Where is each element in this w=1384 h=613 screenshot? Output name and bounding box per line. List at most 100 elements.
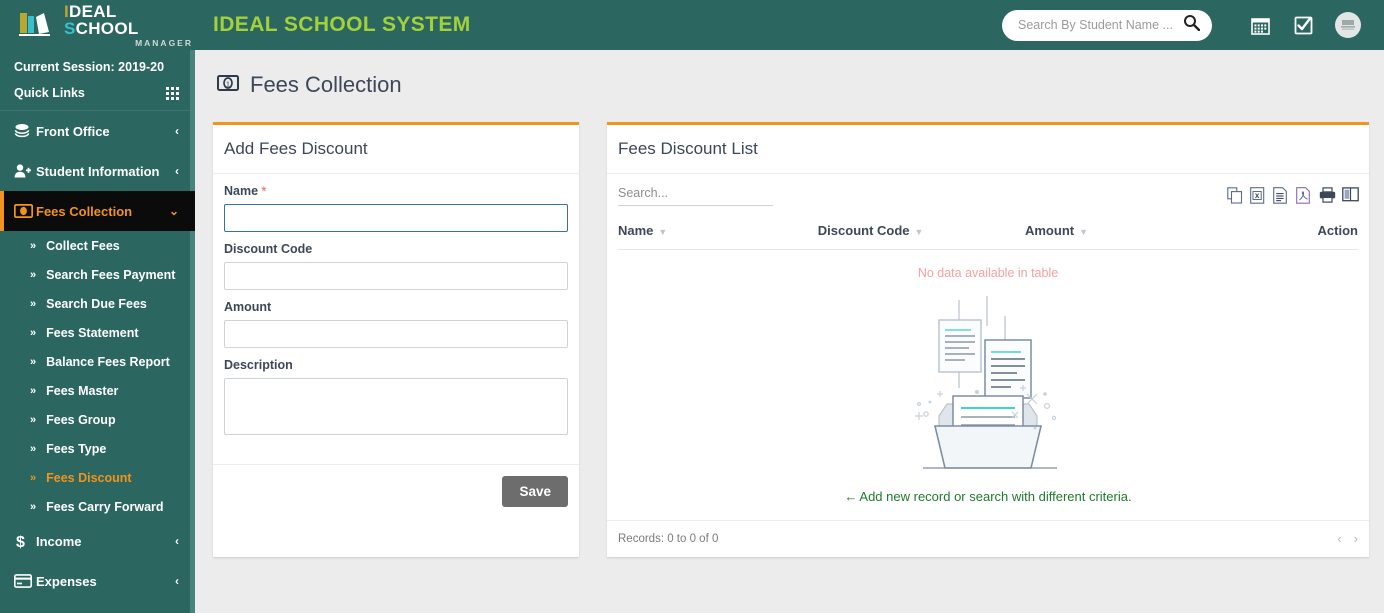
add-fees-discount-form: Name * Discount Code Amount Description bbox=[213, 174, 579, 464]
page-header: 1 Fees Collection bbox=[195, 50, 1384, 98]
export-buttons: x bbox=[1227, 186, 1359, 204]
credit-card-icon bbox=[14, 574, 36, 588]
sidebar-subitem-label: Fees Carry Forward bbox=[46, 499, 164, 514]
column-visibility-icon[interactable] bbox=[1342, 187, 1359, 204]
sidebar-subitem-label: Collect Fees bbox=[46, 238, 120, 253]
user-avatar[interactable] bbox=[1326, 5, 1370, 45]
column-header-name[interactable]: Name ▼ bbox=[618, 217, 818, 250]
pdf-icon[interactable] bbox=[1296, 187, 1312, 204]
page-title: Fees Collection bbox=[250, 72, 402, 97]
money-icon bbox=[14, 204, 36, 218]
logo-wordmark: IDEAL SCHOOL MANAGER bbox=[64, 3, 195, 48]
form-footer: Save bbox=[213, 464, 579, 519]
grid-apps-icon[interactable] bbox=[166, 86, 179, 100]
sidebar-subitem-fees-statement[interactable]: » Fees Statement bbox=[0, 318, 195, 347]
list-footer: Records: 0 to 0 of 0 ‹ › bbox=[607, 520, 1369, 557]
name-field[interactable] bbox=[224, 204, 568, 232]
sidebar-subitem-balance-fees-report[interactable]: » Balance Fees Report bbox=[0, 347, 195, 376]
copy-icon[interactable] bbox=[1227, 187, 1243, 204]
empty-state-hint[interactable]: ← Add new record or search with different… bbox=[618, 483, 1358, 520]
required-marker: * bbox=[261, 184, 267, 198]
calendar-icon[interactable] bbox=[1238, 5, 1282, 45]
sidebar-item-label: Income bbox=[36, 533, 82, 549]
sidebar-item-fees-collection[interactable]: Fees Collection ⌄ bbox=[0, 191, 195, 231]
sidebar: Current Session: 2019-20 Quick Links Fro… bbox=[0, 50, 195, 613]
chevron-left-icon: ‹ bbox=[175, 164, 179, 178]
search-icon[interactable] bbox=[1183, 14, 1201, 36]
form-group-description: Description bbox=[224, 358, 568, 440]
svg-text:$: $ bbox=[16, 534, 25, 550]
quick-links-row[interactable]: Quick Links bbox=[0, 80, 195, 110]
column-header-label: Discount Code bbox=[817, 223, 910, 238]
sidebar-subitem-search-fees-payment[interactable]: » Search Fees Payment bbox=[0, 260, 195, 289]
print-icon[interactable] bbox=[1319, 187, 1336, 204]
double-chevron-right-icon: » bbox=[30, 384, 37, 397]
empty-message: No data available in table bbox=[917, 266, 1059, 280]
layers-icon bbox=[14, 123, 36, 139]
pagination-prev[interactable]: ‹ bbox=[1337, 531, 1341, 546]
sidebar-subitem-fees-carry-forward[interactable]: » Fees Carry Forward bbox=[0, 492, 195, 521]
double-chevron-right-icon: » bbox=[30, 413, 37, 426]
sidebar-item-expenses[interactable]: Expenses ‹ bbox=[0, 561, 195, 601]
avatar[interactable] bbox=[1335, 12, 1361, 38]
excel-icon[interactable]: x bbox=[1250, 187, 1266, 204]
form-group-name: Name * bbox=[224, 184, 568, 232]
sidebar-subitem-collect-fees[interactable]: » Collect Fees bbox=[0, 231, 195, 260]
sidebar-subitem-fees-group[interactable]: » Fees Group bbox=[0, 405, 195, 434]
money-note-icon: 1 bbox=[217, 74, 239, 96]
user-plus-icon bbox=[14, 163, 36, 179]
sidebar-item-student-information[interactable]: Student Information ‹ bbox=[0, 151, 195, 191]
logo-text-s: S bbox=[64, 18, 76, 38]
list-toolbar: x bbox=[618, 186, 1359, 206]
sidebar-item-label: Front Office bbox=[36, 123, 110, 139]
header-actions bbox=[1002, 5, 1384, 45]
sidebar-subitem-fees-discount[interactable]: » Fees Discount bbox=[0, 463, 195, 492]
csv-icon[interactable] bbox=[1273, 187, 1289, 204]
sort-caret-icon: ▼ bbox=[1079, 227, 1089, 237]
add-fees-discount-title: Add Fees Discount bbox=[213, 125, 579, 174]
sidebar-subitem-label: Search Fees Payment bbox=[46, 267, 176, 282]
sort-caret-icon: ▼ bbox=[914, 227, 924, 237]
global-search[interactable] bbox=[1002, 9, 1212, 41]
form-group-discount-code: Discount Code bbox=[224, 242, 568, 290]
table-body: No data available in table bbox=[618, 250, 1358, 285]
sidebar-subitem-fees-master[interactable]: » Fees Master bbox=[0, 376, 195, 405]
sidebar-item-income[interactable]: $ Income ‹ bbox=[0, 521, 195, 561]
column-header-discount-code[interactable]: Discount Code ▼ bbox=[817, 217, 1025, 250]
chevron-left-icon: ‹ bbox=[175, 124, 179, 138]
svg-text:1: 1 bbox=[226, 81, 230, 88]
sidebar-subitem-label: Fees Group bbox=[46, 412, 116, 427]
description-label: Description bbox=[224, 358, 293, 372]
sidebar-item-front-office[interactable]: Front Office ‹ bbox=[0, 111, 195, 151]
form-group-amount: Amount bbox=[224, 300, 568, 348]
sidebar-submenu-fees-collection: » Collect Fees » Search Fees Payment » S… bbox=[0, 231, 195, 521]
checkbox-check-icon[interactable] bbox=[1282, 5, 1326, 45]
discount-code-field[interactable] bbox=[224, 262, 568, 290]
sidebar-item-label: Fees Collection bbox=[36, 203, 133, 219]
double-chevron-right-icon: » bbox=[30, 268, 37, 281]
empty-row: No data available in table bbox=[618, 250, 1358, 285]
pagination: ‹ › bbox=[1337, 531, 1358, 546]
sidebar-subitem-label: Fees Statement bbox=[46, 325, 139, 340]
list-search-input[interactable] bbox=[618, 186, 773, 206]
column-header-amount[interactable]: Amount ▼ bbox=[1024, 217, 1225, 250]
sidebar-subitem-search-due-fees[interactable]: » Search Due Fees bbox=[0, 289, 195, 318]
main-content: 1 Fees Collection Add Fees Discount Name… bbox=[195, 50, 1384, 613]
column-header-label: Name bbox=[618, 223, 654, 238]
pagination-next[interactable]: › bbox=[1354, 531, 1358, 546]
svg-text:x: x bbox=[1255, 191, 1260, 200]
save-button[interactable]: Save bbox=[502, 476, 568, 507]
double-chevron-right-icon: » bbox=[30, 239, 37, 252]
description-field[interactable] bbox=[224, 378, 568, 435]
sidebar-subitem-label: Fees Discount bbox=[46, 470, 132, 485]
current-session: Current Session: 2019-20 bbox=[0, 50, 195, 80]
column-header-action: Action bbox=[1224, 217, 1358, 250]
sidebar-subitem-fees-type[interactable]: » Fees Type bbox=[0, 434, 195, 463]
app-logo[interactable]: IDEAL SCHOOL MANAGER bbox=[0, 0, 195, 50]
empty-box-documents-illustration bbox=[618, 284, 1358, 483]
double-chevron-right-icon: » bbox=[30, 442, 37, 455]
search-input[interactable] bbox=[1016, 17, 1183, 33]
amount-field[interactable] bbox=[224, 320, 568, 348]
logo-subtitle: MANAGER bbox=[135, 37, 193, 48]
fees-discount-table: Name ▼ Discount Code ▼ Amount ▼ Action N… bbox=[618, 217, 1358, 284]
